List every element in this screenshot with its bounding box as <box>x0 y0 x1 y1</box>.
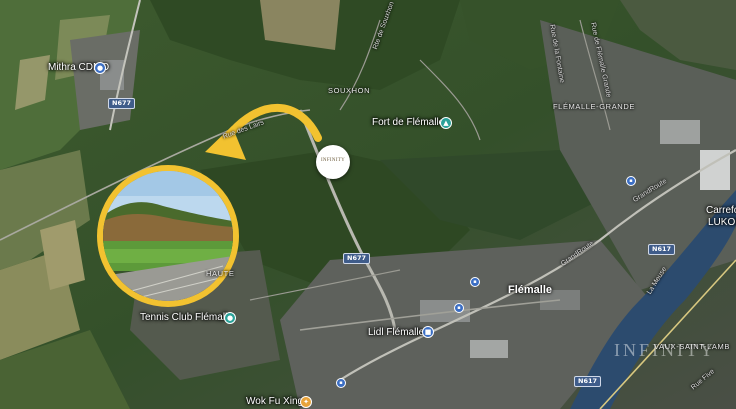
landmark-pin-icon[interactable]: ▲ <box>440 117 452 129</box>
road-shield-n677-mid: N677 <box>343 253 371 265</box>
road-shield-n677-top: N677 <box>108 98 136 110</box>
property-photo-inset <box>97 165 239 307</box>
road-shield-n617-bottom: N617 <box>574 376 602 388</box>
sports-pin-icon[interactable]: ● <box>224 312 236 324</box>
place-label-lukoil[interactable]: LUKOIL <box>708 218 736 228</box>
place-label-fort[interactable]: Fort de Flémalle <box>372 118 444 128</box>
bus-stop-icon[interactable]: ▪ <box>454 303 464 313</box>
infinity-logo-pin[interactable]: INFINITY <box>316 145 350 179</box>
business-pin-icon[interactable]: ● <box>94 62 106 74</box>
place-label-haute[interactable]: HAUTE <box>206 270 234 278</box>
logo-pin-text: INFINITY <box>320 158 346 163</box>
infinity-watermark: INFINITY <box>614 340 716 360</box>
place-label-tennis[interactable]: Tennis Club Flémalle <box>140 313 233 323</box>
place-label-souxhon[interactable]: SOUXHON <box>328 87 370 95</box>
satellite-map[interactable]: INFINITY Mithra CDMO ● SOUXHON Fort de F… <box>0 0 736 409</box>
field-photo <box>103 171 233 301</box>
place-label-flemalle[interactable]: Flémalle <box>508 285 552 296</box>
bus-stop-icon[interactable]: ▪ <box>336 378 346 388</box>
place-label-flemalle-grande[interactable]: FLÉMALLE-GRANDE <box>553 103 635 111</box>
place-label-lidl[interactable]: Lidl Flémalle <box>368 328 424 338</box>
restaurant-pin-icon[interactable]: ✦ <box>300 396 312 408</box>
shopping-cart-pin-icon[interactable]: ■ <box>422 326 434 338</box>
place-label-carrefour[interactable]: Carrefo <box>706 206 736 216</box>
road-shield-n617-right: N617 <box>648 244 676 256</box>
place-label-wok[interactable]: Wok Fu Xing <box>246 397 303 407</box>
bus-stop-icon[interactable]: ▪ <box>626 176 636 186</box>
bus-stop-icon[interactable]: ▪ <box>470 277 480 287</box>
